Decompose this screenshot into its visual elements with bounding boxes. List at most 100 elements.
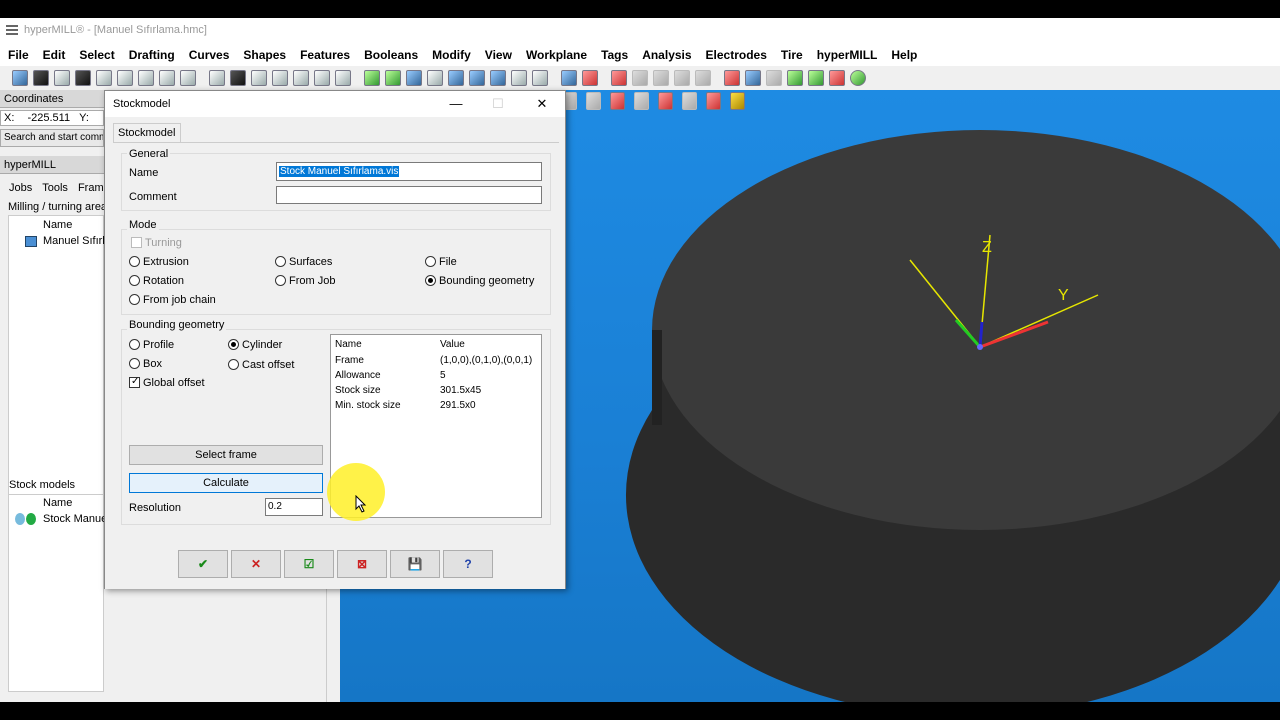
maximize-button: ☐	[492, 96, 504, 111]
help-button[interactable]: ?	[443, 550, 493, 578]
extrusion-radio[interactable]	[129, 256, 140, 267]
box-radio[interactable]	[129, 358, 140, 369]
shaded-icon[interactable]	[230, 70, 246, 86]
menu-electrodes[interactable]: Electrodes	[706, 48, 767, 62]
menu-features[interactable]: Features	[300, 48, 350, 62]
discard-button[interactable]: ⊠	[337, 550, 387, 578]
global-offset-checkbox[interactable]	[129, 376, 140, 388]
diamond-icon[interactable]	[532, 70, 548, 86]
cast-offset-radio[interactable]	[228, 359, 239, 370]
view-front-icon[interactable]	[12, 70, 28, 86]
list-item[interactable]: Manuel Sıfırla	[43, 235, 111, 247]
tab-tools[interactable]: Tools	[37, 180, 73, 198]
globe-icon[interactable]	[364, 70, 380, 86]
row-stock-size-value: 301.5x45	[440, 385, 482, 396]
name-field-value: Stock Manuel Sıfırlama.vis	[279, 166, 400, 177]
milling-areas-label: Milling / turning areas	[8, 201, 113, 213]
zoom-window-icon[interactable]	[406, 70, 422, 86]
render-icon[interactable]	[293, 70, 309, 86]
menu-drafting[interactable]: Drafting	[129, 48, 175, 62]
app-title: hyperMILL® - [Manuel Sıfırlama.hmc]	[24, 24, 207, 36]
menu-hypermill[interactable]: hyperMILL	[817, 48, 878, 62]
view-right-icon[interactable]	[75, 70, 91, 86]
select-frame-button[interactable]: Select frame	[129, 445, 323, 465]
zoom-in-icon[interactable]	[469, 70, 485, 86]
menu-tags[interactable]: Tags	[601, 48, 628, 62]
row-frame-value[interactable]: (1,0,0),(0,1,0),(0,0,1)	[440, 355, 532, 366]
menu-modify[interactable]: Modify	[432, 48, 471, 62]
cancel-button[interactable]: ✕	[231, 550, 281, 578]
apply-button[interactable]: ☑	[284, 550, 334, 578]
hypermill-header: hyperMILL	[0, 156, 104, 174]
menu-select[interactable]: Select	[79, 48, 114, 62]
cylinder-radio[interactable]	[228, 339, 239, 350]
close-button[interactable]: ✕	[527, 95, 557, 113]
menu-edit[interactable]: Edit	[43, 48, 66, 62]
view-iso-icon[interactable]	[138, 70, 154, 86]
view-iso3-icon[interactable]	[180, 70, 196, 86]
transparent-icon[interactable]	[314, 70, 330, 86]
tool-icon-3[interactable]	[674, 70, 690, 86]
row-allowance-value[interactable]: 5	[440, 370, 446, 381]
zoom-fit-icon[interactable]	[427, 70, 443, 86]
grid-red-icon[interactable]	[829, 70, 845, 86]
comment-field[interactable]	[276, 186, 542, 204]
previous-view-icon[interactable]	[511, 70, 527, 86]
name-field[interactable]: Stock Manuel Sıfırlama.vis	[276, 162, 542, 181]
menu-shapes[interactable]: Shapes	[243, 48, 286, 62]
ok-button[interactable]: ✔	[178, 550, 228, 578]
tool-icon-1[interactable]	[632, 70, 648, 86]
profile-radio[interactable]	[129, 339, 140, 350]
search-input[interactable]: Search and start comm	[0, 129, 104, 147]
menu-file[interactable]: File	[8, 48, 29, 62]
rotate-icon[interactable]	[448, 70, 464, 86]
menu-booleans[interactable]: Booleans	[364, 48, 418, 62]
name-label: Name	[129, 167, 159, 179]
bounding-geometry-radio[interactable]	[425, 275, 436, 286]
tab-stockmodel[interactable]: Stockmodel	[113, 123, 181, 143]
grid-green-icon[interactable]	[808, 70, 824, 86]
menu-curves[interactable]: Curves	[189, 48, 230, 62]
hidden-line-icon[interactable]	[272, 70, 288, 86]
table-icon[interactable]	[766, 70, 782, 86]
from-job-radio[interactable]	[275, 275, 286, 286]
menu-help[interactable]: Help	[891, 48, 917, 62]
cancel-target-icon[interactable]	[582, 70, 598, 86]
zoom-out-icon[interactable]	[490, 70, 506, 86]
chart-icon[interactable]	[787, 70, 803, 86]
surfaces-radio[interactable]	[275, 256, 286, 267]
view-iso2-icon[interactable]	[159, 70, 175, 86]
view-bottom-icon[interactable]	[117, 70, 133, 86]
tool-icon-2[interactable]	[653, 70, 669, 86]
sphere-icon[interactable]	[335, 70, 351, 86]
axis-icon[interactable]	[724, 70, 740, 86]
pan-icon[interactable]	[385, 70, 401, 86]
funnel-icon[interactable]	[745, 70, 761, 86]
circle-green-icon[interactable]	[850, 70, 866, 86]
star-icon[interactable]	[611, 70, 627, 86]
target-icon[interactable]	[561, 70, 577, 86]
wireframe-icon[interactable]	[209, 70, 225, 86]
save-button[interactable]: 💾	[390, 550, 440, 578]
coord-y-label: Y:	[79, 112, 89, 124]
menu-view[interactable]: View	[485, 48, 512, 62]
stock-item[interactable]: Stock Manuel	[43, 513, 110, 525]
view-top-icon[interactable]	[96, 70, 112, 86]
shaded-edges-icon[interactable]	[251, 70, 267, 86]
resolution-field[interactable]: 0.2	[265, 498, 323, 516]
file-radio[interactable]	[425, 256, 436, 267]
menu-workplane[interactable]: Workplane	[526, 48, 587, 62]
from-job-chain-radio[interactable]	[129, 294, 140, 305]
menu-tire[interactable]: Tire	[781, 48, 803, 62]
calculate-button[interactable]: Calculate	[129, 473, 323, 493]
comment-label: Comment	[129, 191, 177, 203]
rotation-radio[interactable]	[129, 275, 140, 286]
minimize-button[interactable]: —	[441, 95, 471, 113]
workplane-axis-icon: Z Y	[909, 234, 1099, 350]
tab-jobs[interactable]: Jobs	[0, 180, 37, 198]
view-left-icon[interactable]	[54, 70, 70, 86]
menu-analysis[interactable]: Analysis	[642, 48, 691, 62]
svg-text:Z: Z	[982, 239, 992, 256]
tool-icon-4[interactable]	[695, 70, 711, 86]
view-back-icon[interactable]	[33, 70, 49, 86]
